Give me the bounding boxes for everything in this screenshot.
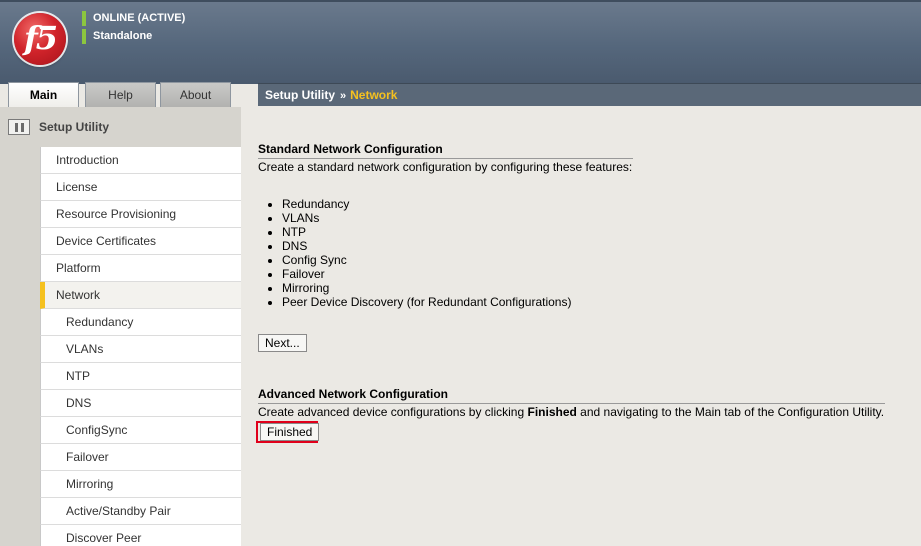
feature-item: Redundancy xyxy=(282,197,571,211)
advanced-desc-bold: Finished xyxy=(527,405,577,419)
breadcrumb-separator-icon: » xyxy=(340,90,347,102)
f5-logo[interactable]: f5 xyxy=(14,13,66,65)
breadcrumb: Setup Utility » Network xyxy=(258,83,921,106)
sidebar-item-vlans[interactable]: VLANs xyxy=(40,336,241,363)
finished-highlight: Finished xyxy=(256,421,320,443)
sidebar-item-mirroring[interactable]: Mirroring xyxy=(40,471,241,498)
sidebar-title: Setup Utility xyxy=(39,120,110,134)
feature-item: Failover xyxy=(282,267,571,281)
breadcrumb-current: Network xyxy=(350,88,398,102)
sidebar-item-active-standby-pair[interactable]: Active/Standby Pair xyxy=(40,498,241,525)
advanced-desc-post: and navigating to the Main tab of the Co… xyxy=(576,405,885,419)
sidebar-item-network[interactable]: Network xyxy=(40,282,241,309)
sidebar-item-failover[interactable]: Failover xyxy=(40,444,241,471)
header-banner: f5 ONLINE (ACTIVE) Standalone xyxy=(0,0,921,84)
breadcrumb-section[interactable]: Setup Utility xyxy=(265,88,335,102)
sidebar-section-header[interactable]: Setup Utility xyxy=(8,118,109,136)
status-online: ONLINE (ACTIVE) xyxy=(82,11,185,26)
feature-item: VLANs xyxy=(282,211,571,225)
feature-item: NTP xyxy=(282,225,571,239)
sidebar-item-license[interactable]: License xyxy=(40,174,241,201)
feature-item: Mirroring xyxy=(282,281,571,295)
sidebar-item-dns[interactable]: DNS xyxy=(40,390,241,417)
sidebar-item-redundancy[interactable]: Redundancy xyxy=(40,309,241,336)
sidebar-item-device-certificates[interactable]: Device Certificates xyxy=(40,228,241,255)
advanced-config-title: Advanced Network Configuration xyxy=(258,387,449,401)
sidebar-item-platform[interactable]: Platform xyxy=(40,255,241,282)
tab-help[interactable]: Help xyxy=(85,82,156,107)
status-mode: Standalone xyxy=(82,29,152,44)
feature-list: Redundancy VLANs NTP DNS Config Sync Fai… xyxy=(282,197,571,309)
sidebar: Setup Utility Introduction License Resou… xyxy=(0,107,241,546)
setup-utility-icon xyxy=(8,118,30,135)
feature-item: DNS xyxy=(282,239,571,253)
sidebar-item-introduction[interactable]: Introduction xyxy=(40,147,241,174)
finished-button[interactable]: Finished xyxy=(260,423,320,441)
sidebar-item-resource-provisioning[interactable]: Resource Provisioning xyxy=(40,201,241,228)
tab-about[interactable]: About xyxy=(160,82,231,107)
advanced-config-description: Create advanced device configurations by… xyxy=(258,403,885,419)
advanced-desc-pre: Create advanced device configurations by… xyxy=(258,405,528,419)
feature-item: Config Sync xyxy=(282,253,571,267)
next-button[interactable]: Next... xyxy=(258,334,307,352)
feature-item: Peer Device Discovery (for Redundant Con… xyxy=(282,295,571,309)
logo-text: f5 xyxy=(23,19,58,57)
tab-main[interactable]: Main xyxy=(8,82,79,109)
sidebar-item-discover-peer[interactable]: Discover Peer xyxy=(40,525,241,546)
standard-config-title: Standard Network Configuration xyxy=(258,142,443,156)
sidebar-item-ntp[interactable]: NTP xyxy=(40,363,241,390)
sidebar-nav: Introduction License Resource Provisioni… xyxy=(40,147,241,546)
sidebar-item-configsync[interactable]: ConfigSync xyxy=(40,417,241,444)
standard-config-description: Create a standard network configuration … xyxy=(258,158,633,174)
main-content: Standard Network Configuration Create a … xyxy=(241,107,921,546)
